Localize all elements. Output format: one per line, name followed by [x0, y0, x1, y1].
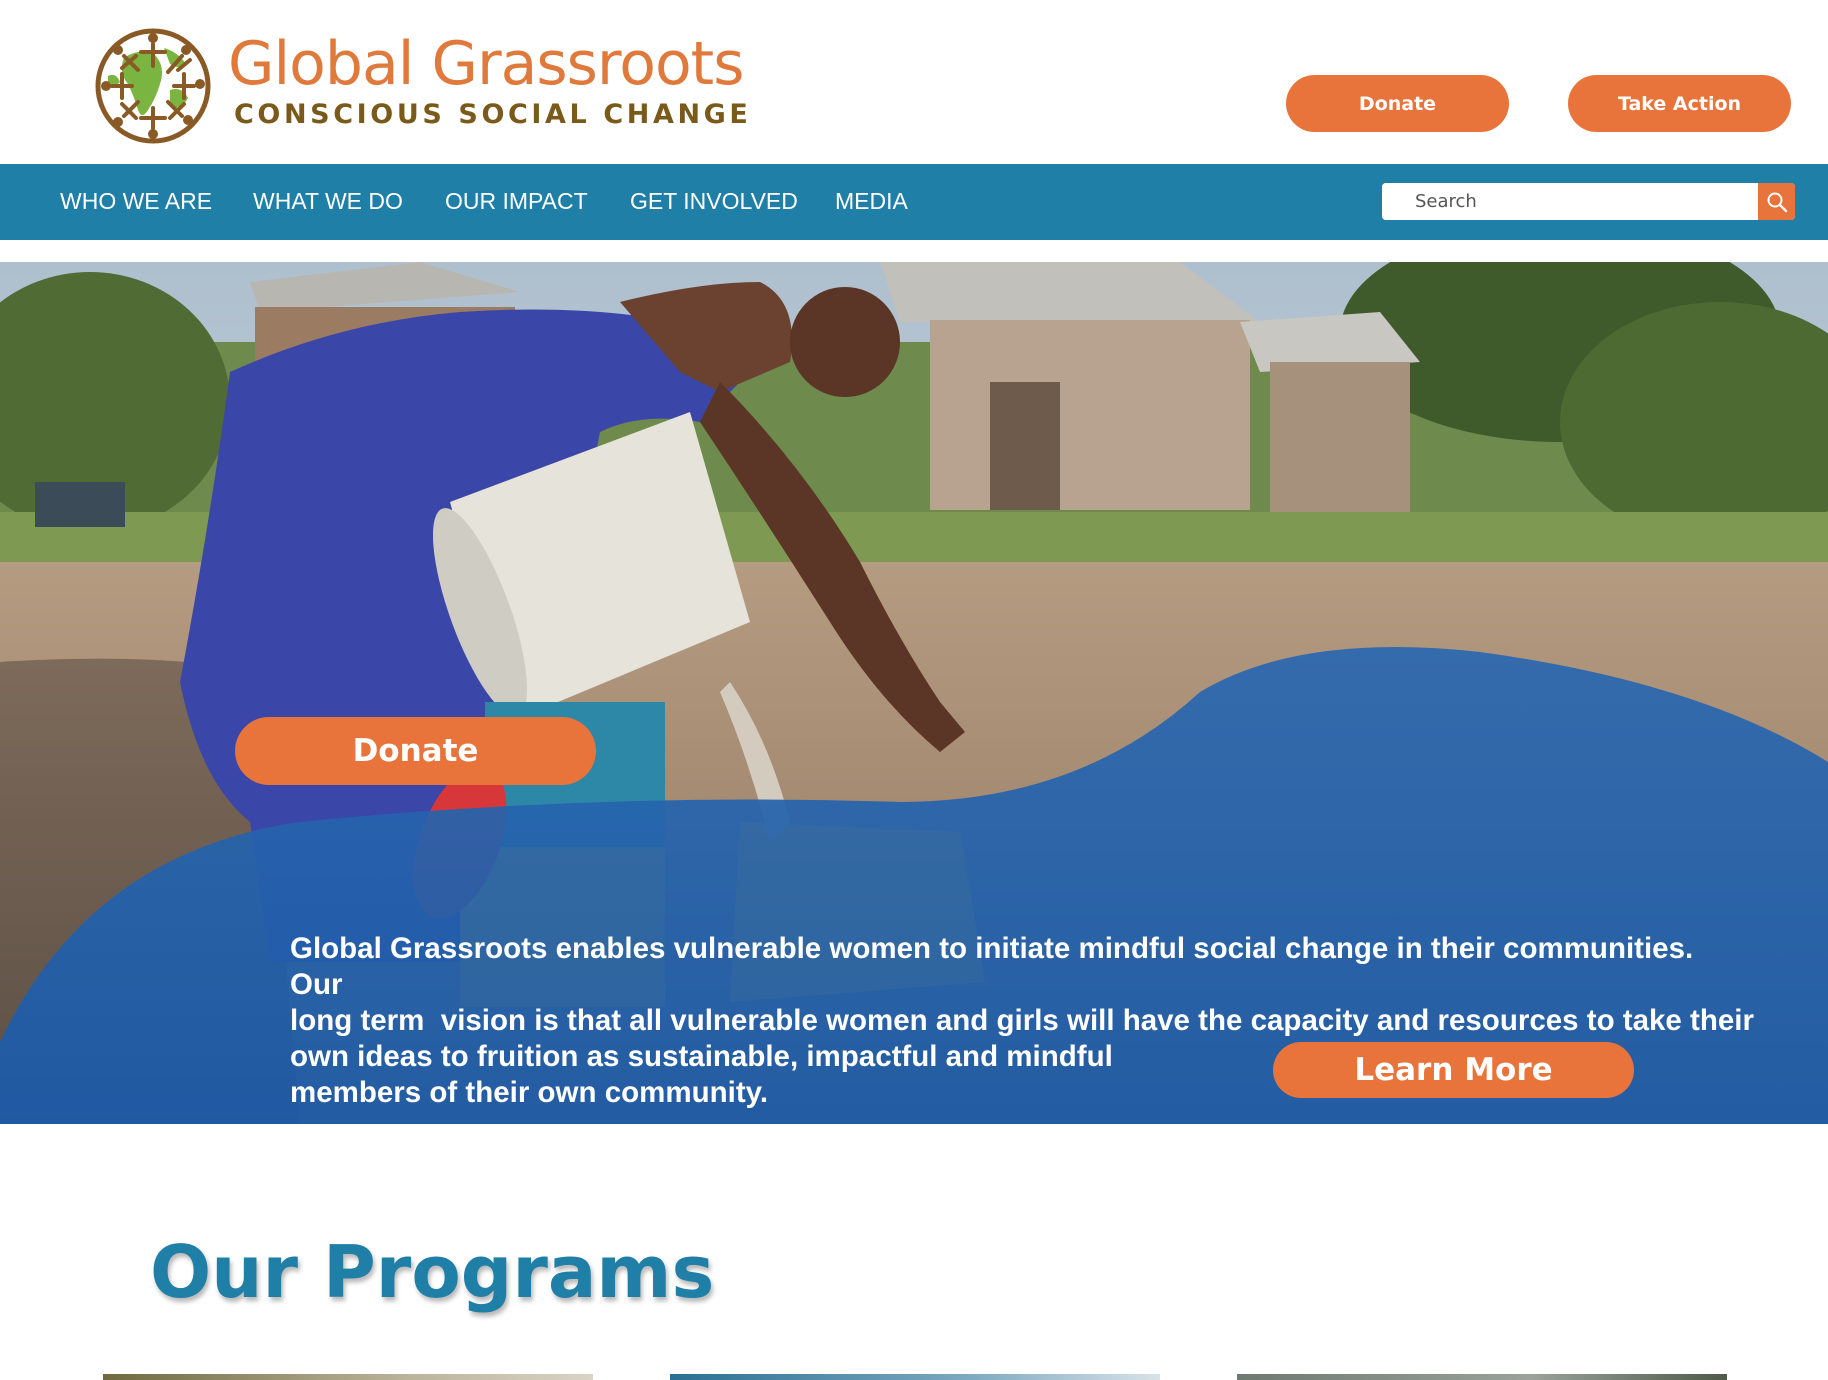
- programs-heading: Our Programs: [150, 1230, 715, 1314]
- search-button[interactable]: [1758, 183, 1795, 220]
- nav-item-what-we-do[interactable]: WHAT WE DO: [253, 164, 403, 240]
- program-card-image[interactable]: [1237, 1374, 1727, 1380]
- org-name: Global Grassroots: [228, 29, 744, 99]
- take-action-button[interactable]: Take Action: [1568, 75, 1791, 132]
- header-donate-button[interactable]: Donate: [1286, 75, 1509, 132]
- hero-donate-button[interactable]: Donate: [235, 717, 596, 785]
- main-nav: WHO WE ARE WHAT WE DO OUR IMPACT GET INV…: [0, 164, 1828, 240]
- nav-item-get-involved[interactable]: GET INVOLVED: [630, 164, 798, 240]
- hero-banner: Donate Global Grassroots enables vulnera…: [0, 262, 1828, 1124]
- search-input[interactable]: [1382, 183, 1757, 220]
- site-header: Global Grassroots CONSCIOUS SOCIAL CHANG…: [0, 0, 1828, 164]
- mission-line: long term vision is that all vulnerable …: [290, 1004, 1754, 1037]
- nav-item-media[interactable]: MEDIA: [835, 164, 908, 240]
- nav-item-who-we-are[interactable]: WHO WE ARE: [60, 164, 212, 240]
- magnifier-icon: [1767, 192, 1787, 212]
- program-card-image[interactable]: [670, 1374, 1160, 1380]
- org-tagline: CONSCIOUS SOCIAL CHANGE: [234, 99, 752, 130]
- program-card-image[interactable]: [103, 1374, 593, 1380]
- globe-logo-icon[interactable]: [94, 26, 212, 146]
- learn-more-button[interactable]: Learn More: [1273, 1042, 1634, 1098]
- mission-line: Global Grassroots enables vulnerable wom…: [290, 932, 1694, 1001]
- nav-item-our-impact[interactable]: OUR IMPACT: [445, 164, 588, 240]
- search-box: [1382, 183, 1795, 220]
